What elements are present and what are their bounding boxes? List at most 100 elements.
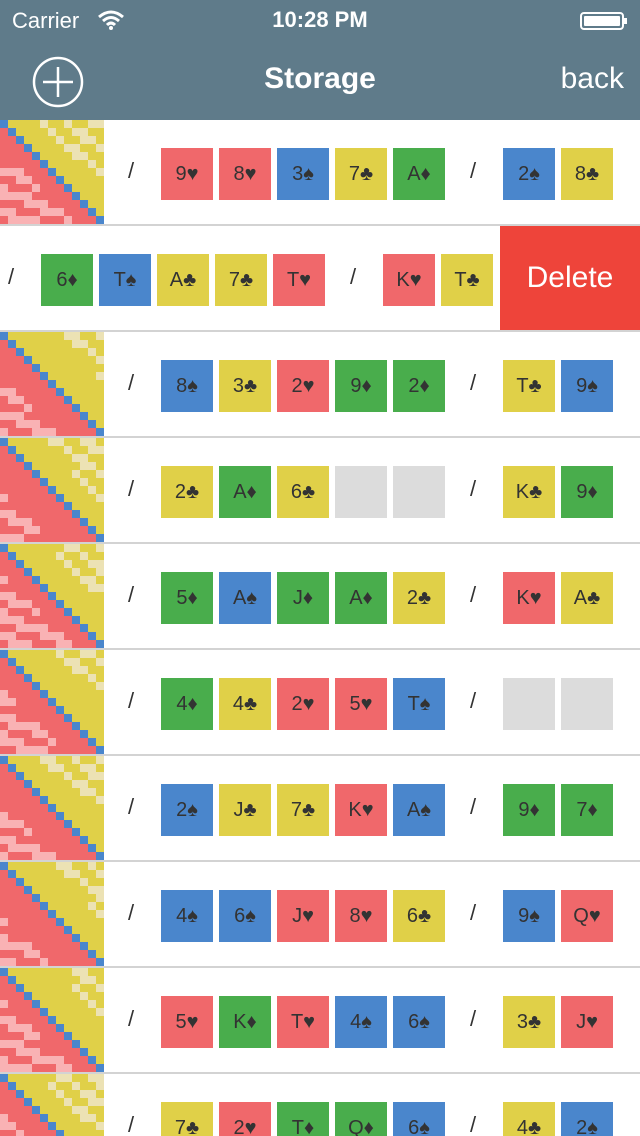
separator-slash: / xyxy=(128,582,135,607)
empty-card-slot xyxy=(393,466,445,518)
card: 2♣ xyxy=(393,572,445,624)
card: Q♦ xyxy=(335,1102,387,1136)
card: 6♦ xyxy=(41,254,93,306)
separator-slash: / xyxy=(128,1112,135,1136)
card: 6♠ xyxy=(393,1102,445,1136)
card: 2♠ xyxy=(503,148,555,200)
table-row[interactable]: / 8♠ 3♣ 2♥ 9♦ 2♦ / T♣ 9♠ xyxy=(0,332,640,438)
card: 5♦ xyxy=(161,572,213,624)
card: T♣ xyxy=(503,360,555,412)
card: A♠ xyxy=(219,572,271,624)
card: K♥ xyxy=(335,784,387,836)
card: 3♠ xyxy=(277,148,329,200)
battery-icon xyxy=(580,12,627,30)
card: J♥ xyxy=(561,996,613,1048)
card: A♣ xyxy=(561,572,613,624)
range-thumbnail xyxy=(0,332,104,436)
row-content: / 8♠ 3♣ 2♥ 9♦ 2♦ / T♣ 9♠ xyxy=(0,332,640,436)
separator-slash: / xyxy=(128,688,135,713)
row-content: / 9♥ 8♥ 3♠ 7♣ A♦ / 2♠ 8♣ xyxy=(0,120,640,224)
table-row[interactable]: / 5♥ K♦ T♥ 4♠ 6♠ / 3♣ J♥ xyxy=(0,968,640,1074)
table-row[interactable]: / 4♠ 6♠ J♥ 8♥ 6♣ / 9♠ Q♥ xyxy=(0,862,640,968)
card: J♥ xyxy=(277,890,329,942)
card: 7♣ xyxy=(335,148,387,200)
row-content: / 5♥ K♦ T♥ 4♠ 6♠ / 3♣ J♥ xyxy=(0,968,640,1072)
card: A♦ xyxy=(219,466,271,518)
range-thumbnail xyxy=(0,650,104,754)
card: J♦ xyxy=(277,572,329,624)
separator-slash: / xyxy=(470,370,477,395)
card: 6♣ xyxy=(277,466,329,518)
card: 4♣ xyxy=(219,678,271,730)
table-row[interactable]: / 4♦ 4♣ 2♥ 5♥ T♠ / xyxy=(0,650,640,756)
separator-slash: / xyxy=(350,264,357,289)
range-thumbnail xyxy=(0,968,104,1072)
card: 9♠ xyxy=(561,360,613,412)
row-content: / 7♣ 2♥ T♦ Q♦ 6♠ / 4♣ 2♠ xyxy=(0,1074,640,1136)
range-thumbnail xyxy=(0,1074,104,1136)
card: 5♥ xyxy=(335,678,387,730)
card: T♦ xyxy=(277,1102,329,1136)
card: T♠ xyxy=(393,678,445,730)
card: K♦ xyxy=(219,996,271,1048)
card: 8♥ xyxy=(335,890,387,942)
separator-slash: / xyxy=(8,264,15,289)
card: 2♥ xyxy=(277,678,329,730)
status-time: 10:28 PM xyxy=(272,7,368,32)
card: 3♣ xyxy=(503,996,555,1048)
table-row[interactable]: / 6♦ T♠ A♣ 7♣ T♥ / K♥ T♣ Delete xyxy=(0,226,640,332)
card: 9♥ xyxy=(161,148,213,200)
table-row[interactable]: / 2♠ J♣ 7♣ K♥ A♠ / 9♦ 7♦ xyxy=(0,756,640,862)
card: A♦ xyxy=(393,148,445,200)
range-thumbnail xyxy=(0,438,104,542)
row-content: / 4♠ 6♠ J♥ 8♥ 6♣ / 9♠ Q♥ xyxy=(0,862,640,966)
delete-button[interactable]: Delete xyxy=(500,226,640,330)
separator-slash: / xyxy=(470,688,477,713)
separator-slash: / xyxy=(128,370,135,395)
separator-slash: / xyxy=(470,476,477,501)
card: T♠ xyxy=(99,254,151,306)
range-thumbnail xyxy=(0,544,104,648)
card: 9♦ xyxy=(561,466,613,518)
table-row[interactable]: / 9♥ 8♥ 3♠ 7♣ A♦ / 2♠ 8♣ xyxy=(0,120,640,226)
back-button[interactable]: back xyxy=(561,62,624,96)
card: 6♠ xyxy=(393,996,445,1048)
separator-slash: / xyxy=(470,900,477,925)
card: K♣ xyxy=(503,466,555,518)
table-row[interactable]: / 2♣ A♦ 6♣ / K♣ 9♦ xyxy=(0,438,640,544)
card: 7♦ xyxy=(561,784,613,836)
card: 2♥ xyxy=(277,360,329,412)
separator-slash: / xyxy=(470,582,477,607)
card: 3♣ xyxy=(219,360,271,412)
card: 6♠ xyxy=(219,890,271,942)
table-row[interactable]: / 5♦ A♠ J♦ A♦ 2♣ / K♥ A♣ xyxy=(0,544,640,650)
card: 2♥ xyxy=(219,1102,271,1136)
card: T♣ xyxy=(441,254,493,306)
card: 7♣ xyxy=(277,784,329,836)
empty-card-slot xyxy=(503,678,555,730)
range-thumbnail xyxy=(0,862,104,966)
separator-slash: / xyxy=(128,1006,135,1031)
row-content: / 2♠ J♣ 7♣ K♥ A♠ / 9♦ 7♦ xyxy=(0,756,640,860)
card: T♥ xyxy=(273,254,325,306)
storage-list[interactable]: /9♥ 8♥ 3♠ 7♣ A♦/2♠ 8♣/6♦ T♠ A♣ 7♣ T♥ / K♥ T♣ Delete/8… xyxy=(0,120,640,1136)
card: 4♣ xyxy=(503,1102,555,1136)
card: 9♦ xyxy=(335,360,387,412)
empty-card-slot xyxy=(561,678,613,730)
page-title: Storage xyxy=(264,62,376,95)
table-row[interactable]: / 7♣ 2♥ T♦ Q♦ 6♠ / 4♣ 2♠ xyxy=(0,1074,640,1136)
separator-slash: / xyxy=(470,1006,477,1031)
card: K♥ xyxy=(503,572,555,624)
card: Q♥ xyxy=(561,890,613,942)
separator-slash: / xyxy=(128,900,135,925)
card: A♦ xyxy=(335,572,387,624)
card: 9♠ xyxy=(503,890,555,942)
row-content: / 2♣ A♦ 6♣ / K♣ 9♦ xyxy=(0,438,640,542)
card: 8♠ xyxy=(161,360,213,412)
separator-slash: / xyxy=(128,794,135,819)
row-content: / 6♦ T♠ A♣ 7♣ T♥ / K♥ T♣ xyxy=(0,226,520,330)
card: 2♣ xyxy=(161,466,213,518)
separator-slash: / xyxy=(470,158,477,183)
card: 6♣ xyxy=(393,890,445,942)
card: 7♣ xyxy=(215,254,267,306)
